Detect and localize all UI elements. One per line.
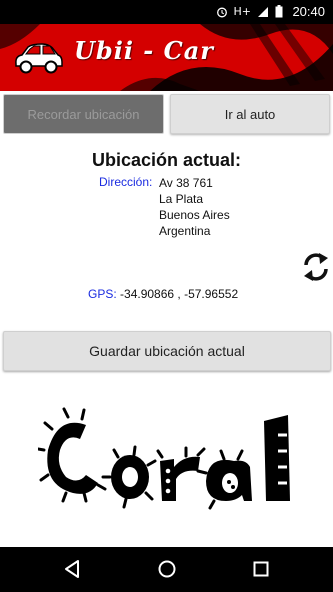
status-time: 20:40 — [292, 4, 325, 19]
status-bar: H+ 20:40 — [0, 0, 333, 24]
refresh-icon[interactable] — [302, 251, 330, 283]
gps-row: GPS: -34.90866 , -57.96552 — [88, 287, 238, 301]
go-to-car-button[interactable]: Ir al auto — [170, 94, 330, 134]
address-line: Buenos Aires — [159, 208, 230, 222]
address-line: Av 38 761 — [159, 176, 213, 190]
save-location-button[interactable]: Guardar ubicación actual — [3, 331, 331, 371]
back-icon[interactable] — [63, 559, 81, 579]
remember-location-button[interactable]: Recordar ubicación — [3, 94, 164, 134]
address-label: Dirección: — [99, 175, 153, 189]
battery-icon — [275, 5, 283, 18]
navigation-bar — [0, 547, 333, 592]
coral-logo — [38, 407, 290, 510]
address-line: Argentina — [159, 224, 211, 238]
gps-value: -34.90866 , -57.96552 — [120, 287, 239, 301]
status-icons: H+ — [216, 5, 284, 18]
app-banner: Ubii - Car — [0, 24, 333, 91]
car-icon — [15, 43, 63, 74]
gps-label: GPS: — [88, 287, 117, 301]
home-icon[interactable] — [157, 559, 177, 579]
address-line: La Plata — [159, 192, 204, 206]
network-type: H+ — [233, 5, 252, 18]
address-block: Av 38 761 La Plata Buenos Aires Argentin… — [159, 175, 230, 239]
current-location-heading: Ubicación actual: — [91, 150, 242, 170]
app-title: Ubii - Car — [74, 36, 214, 65]
signal-icon — [258, 6, 268, 17]
recents-icon[interactable] — [252, 559, 270, 579]
action-tabs: Recordar ubicación Ir al auto — [0, 91, 333, 136]
alarm-icon — [216, 7, 227, 17]
